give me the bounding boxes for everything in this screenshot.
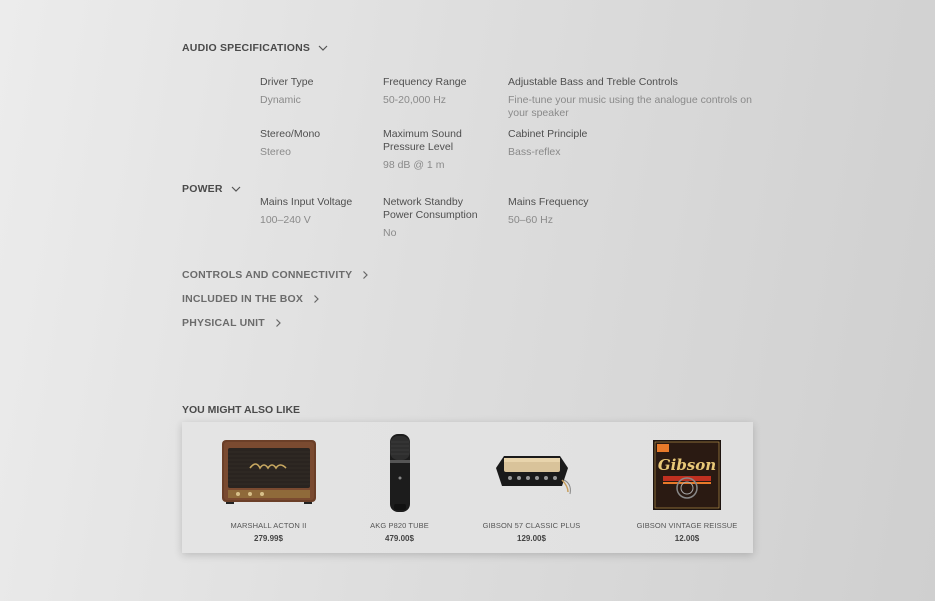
spec-name: Stereo/Mono <box>260 128 321 140</box>
spec-value: Fine-tune your music using the analogue … <box>508 94 752 119</box>
spec-mains-frequency: Mains Frequency 50–60 Hz <box>508 196 758 227</box>
spec-value: 100–240 V <box>260 214 311 226</box>
spec-value: No <box>383 227 397 239</box>
chevron-right-icon <box>360 270 370 280</box>
section-audio-specifications[interactable]: AUDIO SPECIFICATIONS <box>182 42 328 54</box>
string-pack-brand: Gibson <box>658 456 716 474</box>
spec-name: Maximum Sound Pressure Level <box>383 128 462 153</box>
product-card[interactable]: MARSHALL ACTON II 279.99$ <box>212 422 325 553</box>
product-card[interactable]: Gibson GIBSON VINTAGE REISSUE 12.00$ <box>630 422 744 553</box>
spec-name: Adjustable Bass and Treble Controls <box>508 76 678 88</box>
chevron-right-icon <box>311 294 321 304</box>
recommend-title: YOU MIGHT ALSO LIKE <box>182 404 301 416</box>
guitar-strings-icon: Gibson <box>653 440 721 515</box>
section-title: INCLUDED IN THE BOX <box>182 293 304 305</box>
spec-name: Cabinet Principle <box>508 128 588 140</box>
spec-name: Network Standby Power Consumption <box>383 196 478 221</box>
spec-network-standby: Network Standby Power Consumption No <box>383 196 488 240</box>
spec-value: 50-20,000 Hz <box>383 94 447 106</box>
section-title: AUDIO SPECIFICATIONS <box>182 42 311 54</box>
product-name: GIBSON VINTAGE REISSUE <box>636 521 738 530</box>
spec-value: 50–60 Hz <box>508 214 553 226</box>
product-price: 479.00$ <box>385 534 414 543</box>
spec-value: Stereo <box>260 146 291 158</box>
spec-value: Bass-reflex <box>508 146 561 158</box>
chevron-down-icon <box>318 43 328 53</box>
section-controls-connectivity[interactable]: CONTROLS AND CONNECTIVITY <box>182 269 370 281</box>
product-carousel: MARSHALL ACTON II 279.99$ AKG P820 TUBE … <box>182 422 753 553</box>
product-name: GIBSON 57 CLASSIC PLUS <box>482 521 581 530</box>
chevron-right-icon <box>273 318 283 328</box>
product-name: MARSHALL ACTON II <box>230 521 307 530</box>
spec-frequency-range: Frequency Range 50-20,000 Hz <box>383 76 488 107</box>
section-title: POWER <box>182 183 223 195</box>
section-physical-unit[interactable]: PHYSICAL UNIT <box>182 317 283 329</box>
spec-name: Mains Input Voltage <box>260 196 353 208</box>
section-title: PHYSICAL UNIT <box>182 317 265 329</box>
spec-name: Mains Frequency <box>508 196 589 208</box>
spec-max-spl: Maximum Sound Pressure Level 98 dB @ 1 m <box>383 128 488 172</box>
spec-mains-input-voltage: Mains Input Voltage 100–240 V <box>260 196 370 227</box>
section-power[interactable]: POWER <box>182 183 241 195</box>
product-name: AKG P820 TUBE <box>370 521 429 530</box>
spec-stereo-mono: Stereo/Mono Stereo <box>260 128 370 159</box>
product-price: 12.00$ <box>674 534 700 543</box>
product-card[interactable]: AKG P820 TUBE 479.00$ <box>347 422 452 553</box>
chevron-down-icon <box>231 184 241 194</box>
spec-name: Frequency Range <box>383 76 467 88</box>
pickup-icon <box>492 448 572 503</box>
product-price: 129.00$ <box>517 534 546 543</box>
section-included-in-box[interactable]: INCLUDED IN THE BOX <box>182 293 321 305</box>
microphone-icon <box>388 434 412 519</box>
spec-name: Driver Type <box>260 76 314 88</box>
spec-value: 98 dB @ 1 m <box>383 159 445 171</box>
speaker-icon <box>220 434 318 509</box>
spec-driver-type: Driver Type Dynamic <box>260 76 370 107</box>
spec-bass-treble-controls: Adjustable Bass and Treble Controls Fine… <box>508 76 758 120</box>
product-card[interactable]: GIBSON 57 CLASSIC PLUS 129.00$ <box>474 422 589 553</box>
spec-cabinet-principle: Cabinet Principle Bass-reflex <box>508 128 758 159</box>
spec-value: Dynamic <box>260 94 301 106</box>
product-price: 279.99$ <box>254 534 283 543</box>
section-title: CONTROLS AND CONNECTIVITY <box>182 269 353 281</box>
